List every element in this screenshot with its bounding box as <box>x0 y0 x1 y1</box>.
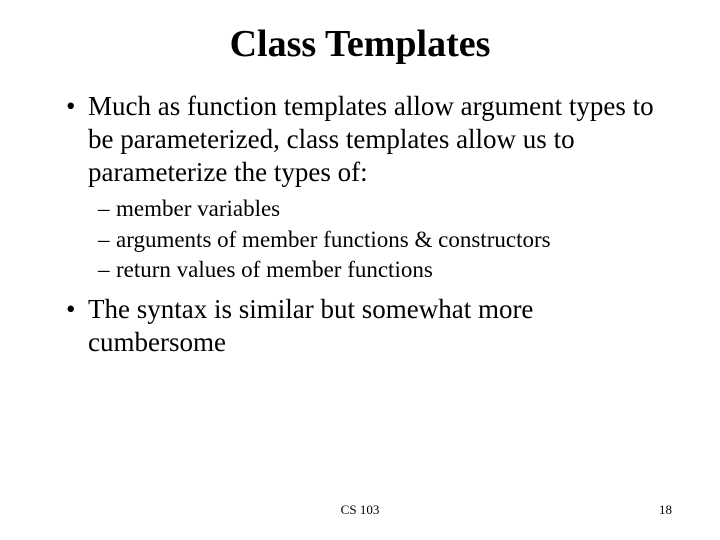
slide-title: Class Templates <box>48 22 672 66</box>
sub-item: member variables <box>98 195 672 224</box>
bullet-list: Much as function templates allow argumen… <box>48 90 672 359</box>
footer-course: CS 103 <box>0 502 720 518</box>
slide: Class Templates Much as function templat… <box>0 0 720 540</box>
sub-item: return values of member functions <box>98 256 672 285</box>
bullet-text: Much as function templates allow argumen… <box>88 91 654 187</box>
bullet-item: The syntax is similar but somewhat more … <box>66 293 672 359</box>
sub-list: member variables arguments of member fun… <box>88 195 672 285</box>
sub-item: arguments of member functions & construc… <box>98 226 672 255</box>
bullet-text: The syntax is similar but somewhat more … <box>88 294 533 357</box>
bullet-item: Much as function templates allow argumen… <box>66 90 672 285</box>
page-number: 18 <box>659 502 672 518</box>
